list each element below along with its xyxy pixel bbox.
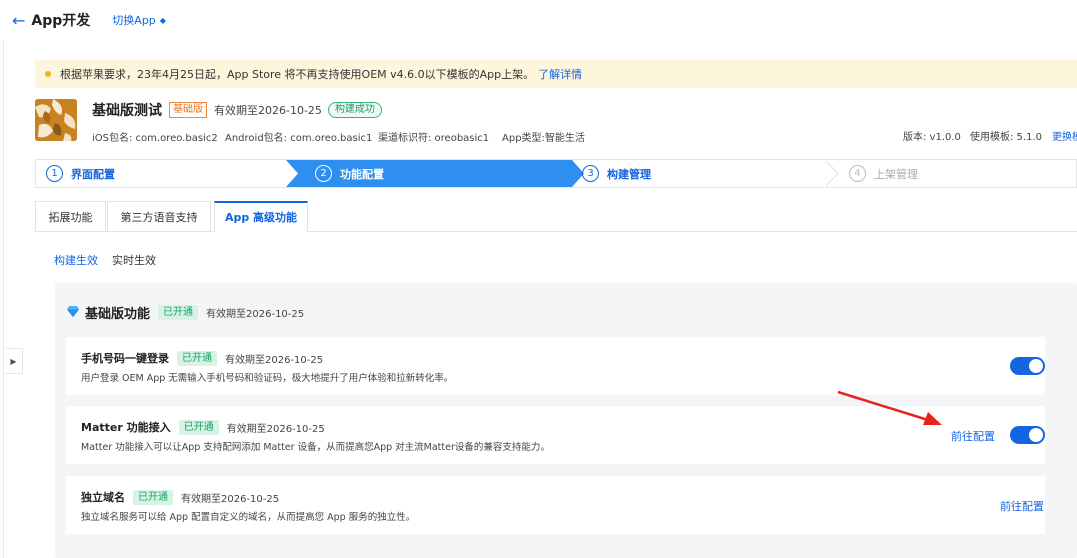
feature-card-phone-login: 手机号码一键登录 已开通 有效期至2026-10-25 用户登录 OEM App… <box>66 337 1045 395</box>
step-number: 2 <box>315 165 332 182</box>
diamond-icon <box>67 305 79 320</box>
subtab-build-effect[interactable]: 构建生效 <box>54 252 98 268</box>
configure-link[interactable]: 前往配置 <box>1000 498 1044 514</box>
status-badge: 已开通 <box>177 350 217 366</box>
feature-description: 独立域名服务可以给 App 配置自定义的域名，从而提高您 App 服务的独立性。 <box>81 512 416 523</box>
step-publish-management: 4 上架管理 <box>849 160 918 187</box>
warning-dot-icon <box>45 71 51 77</box>
app-type: App类型:智能生活 <box>502 133 585 144</box>
step-build-management[interactable]: 3 构建管理 <box>582 160 651 187</box>
subtab-realtime-effect[interactable]: 实时生效 <box>112 252 156 268</box>
configure-link[interactable]: 前往配置 <box>951 428 995 444</box>
feature-tabs: 拓展功能 第三方语音支持 App 高级功能 <box>35 201 1077 232</box>
caret-updown-icon: ◆ <box>159 15 166 25</box>
app-info: 基础版测试 基础版 有效期至2026-10-25 构建成功 iOS包名: com… <box>92 100 585 144</box>
left-rail <box>0 40 4 558</box>
step-number: 3 <box>582 165 599 182</box>
feature-description: 用户登录 OEM App 无需输入手机号码和验证码，极大地提升了用户体验和拉新转… <box>81 373 454 384</box>
step-label: 界面配置 <box>71 167 115 181</box>
step-number: 1 <box>46 165 63 182</box>
feature-expire: 有效期至2026-10-25 <box>226 423 325 435</box>
step-interface-config[interactable]: 1 界面配置 <box>46 160 115 187</box>
back-arrow-icon[interactable]: ← <box>12 11 25 30</box>
switch-app-label: 切换App <box>112 14 156 27</box>
tab-advanced-features[interactable]: App 高级功能 <box>214 201 308 232</box>
toggle-knob <box>1029 428 1043 442</box>
effect-subtabs: 构建生效 实时生效 <box>54 252 156 268</box>
tab-extended-features[interactable]: 拓展功能 <box>35 201 106 232</box>
feature-toggle[interactable] <box>1010 426 1045 444</box>
basic-features-panel: 基础版功能 已开通 有效期至2026-10-25 手机号码一键登录 已开通 有效… <box>55 283 1077 558</box>
feature-title: 独立域名 <box>81 491 125 504</box>
app-icon <box>35 99 77 141</box>
build-status-badge: 构建成功 <box>327 102 382 118</box>
feature-expire: 有效期至2026-10-25 <box>225 354 324 366</box>
status-badge: 已开通 <box>178 419 219 435</box>
page-title: App开发 <box>31 13 91 29</box>
app-version-meta: 版本: v1.0.0 使用模板: 5.1.0 更换模板 <box>903 128 1077 142</box>
step-label: 构建管理 <box>607 167 651 181</box>
feature-toggle[interactable] <box>1010 357 1045 375</box>
feature-title: 手机号码一键登录 <box>81 352 169 365</box>
notice-banner: 根据苹果要求，23年4月25日起，App Store 将不再支持使用OEM v4… <box>35 60 1077 88</box>
step-label: 上架管理 <box>874 167 918 181</box>
toggle-knob <box>1029 359 1043 373</box>
step-progress: 1 界面配置 2 功能配置 3 构建管理 4 上架管理 <box>35 159 1077 188</box>
app-version: 版本: v1.0.0 <box>903 132 961 142</box>
change-template-link[interactable]: 更换模板 <box>1052 128 1077 142</box>
feature-card-matter: Matter 功能接入 已开通 有效期至2026-10-25 Matter 功能… <box>66 406 1045 464</box>
status-badge: 已开通 <box>158 305 199 320</box>
tab-third-party-voice[interactable]: 第三方语音支持 <box>107 201 211 232</box>
feature-description: Matter 功能接入可以让App 支持配网添加 Matter 设备，从而提高您… <box>81 442 550 453</box>
notice-text: 根据苹果要求，23年4月25日起，App Store 将不再支持使用OEM v4… <box>60 68 535 81</box>
ios-package: iOS包名: com.oreo.basic2 <box>92 133 218 144</box>
panel-title: 基础版功能 <box>85 307 151 322</box>
step-label: 功能配置 <box>340 167 384 181</box>
app-name: 基础版测试 <box>92 103 162 119</box>
chevron-right-icon: ▶ <box>10 356 17 366</box>
channel-id: 渠道标识符: oreobasic1 <box>378 133 490 144</box>
feature-title: Matter 功能接入 <box>81 421 171 434</box>
switch-app-dropdown[interactable]: 切换App ◆ <box>112 12 166 28</box>
feature-card-custom-domain: 独立域名 已开通 有效期至2026-10-25 独立域名服务可以给 App 配置… <box>66 476 1045 534</box>
status-badge: 已开通 <box>133 489 173 505</box>
app-template: 使用模板: 5.1.0 <box>970 132 1042 142</box>
android-package: Android包名: com.oreo.basic1 <box>225 133 373 144</box>
edition-tag: 基础版 <box>169 102 207 118</box>
feature-expire: 有效期至2026-10-25 <box>181 493 280 505</box>
app-expire: 有效期至2026-10-25 <box>214 104 322 117</box>
panel-expire: 有效期至2026-10-25 <box>206 309 305 320</box>
top-bar: ← App开发 切换App ◆ <box>0 0 1077 40</box>
step-number: 4 <box>849 165 866 182</box>
panel-header: 基础版功能 已开通 有效期至2026-10-25 <box>67 303 310 322</box>
learn-more-link[interactable]: 了解详情 <box>538 66 582 82</box>
step-function-config[interactable]: 2 功能配置 <box>315 160 384 187</box>
expand-sidebar-button[interactable]: ▶ <box>5 348 23 374</box>
